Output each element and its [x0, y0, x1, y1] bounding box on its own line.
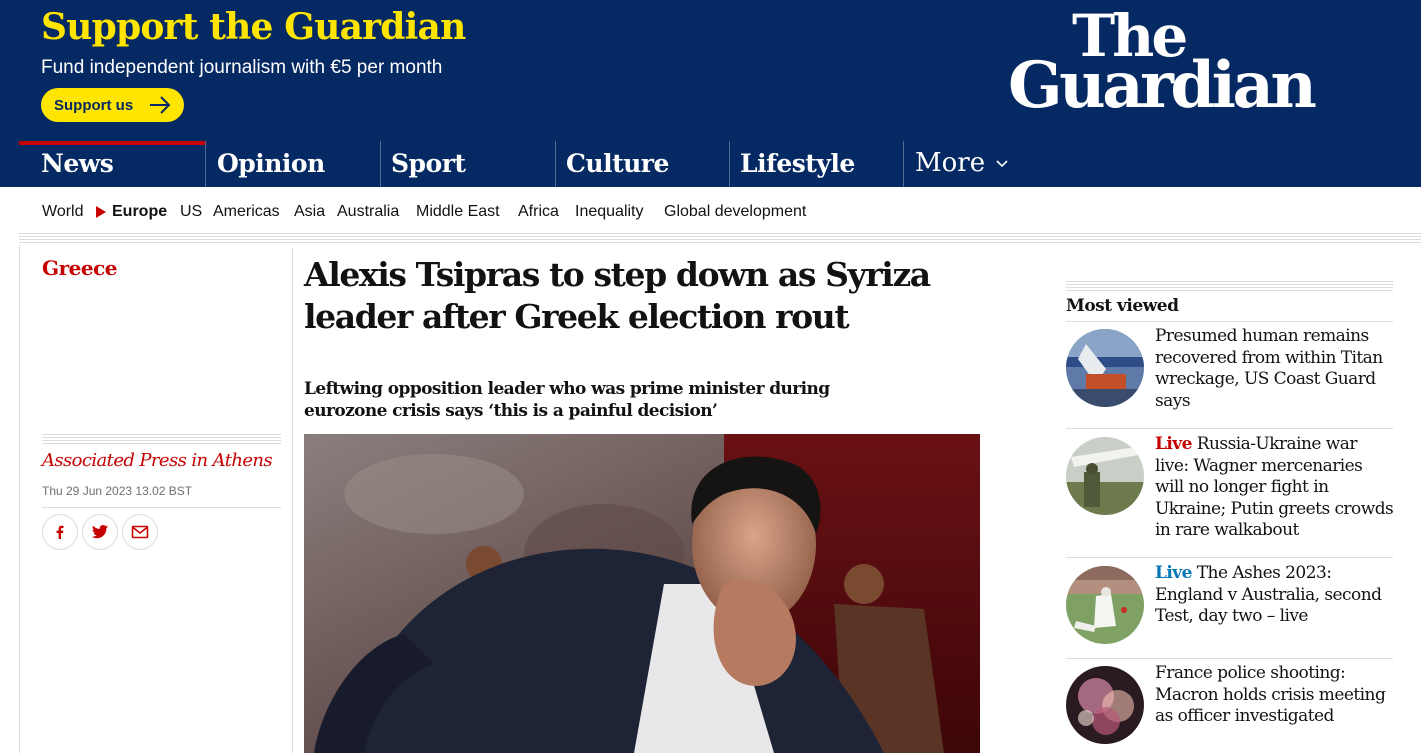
- most-viewed-item[interactable]: France police shooting: Macron holds cri…: [1066, 658, 1393, 753]
- most-viewed-headline: Presumed human remains recovered from wi…: [1155, 326, 1395, 412]
- subnav-inequality[interactable]: Inequality: [575, 203, 644, 221]
- meta-divider: [42, 507, 281, 508]
- arrow-right-icon: [150, 96, 171, 114]
- most-viewed-thumbnail: [1066, 437, 1144, 515]
- live-label: Live: [1155, 563, 1192, 583]
- nav-opinion[interactable]: Opinion: [205, 141, 380, 187]
- email-icon: [131, 525, 149, 539]
- subnav-australia[interactable]: Australia: [337, 203, 399, 221]
- nav-culture[interactable]: Culture: [555, 141, 729, 187]
- item-divider: [1066, 658, 1393, 659]
- chevron-down-icon: [996, 160, 1008, 168]
- site-header: Support the Guardian Fund independent jo…: [0, 0, 1421, 187]
- section-kicker[interactable]: Greece: [42, 256, 117, 280]
- most-viewed-item[interactable]: Presumed human remains recovered from wi…: [1066, 321, 1393, 427]
- article-main-image[interactable]: [304, 434, 980, 753]
- column-divider: [292, 248, 293, 753]
- most-viewed-thumbnail: [1066, 666, 1144, 744]
- item-divider: [1066, 321, 1393, 322]
- share-facebook-button[interactable]: [42, 514, 78, 550]
- tsipras-photo: [304, 434, 980, 753]
- nav-news[interactable]: News: [19, 141, 205, 187]
- subnav-europe[interactable]: Europe: [112, 203, 167, 221]
- facebook-icon: [56, 525, 64, 539]
- nav-more-label: More: [915, 148, 986, 178]
- nav-more-menu[interactable]: More: [903, 141, 1008, 187]
- subnav-africa[interactable]: Africa: [518, 203, 559, 221]
- byline[interactable]: Associated Press in Athens: [42, 450, 273, 471]
- support-us-label: Support us: [54, 96, 134, 114]
- most-viewed-headline: France police shooting: Macron holds cri…: [1155, 663, 1395, 728]
- item-divider: [1066, 557, 1393, 558]
- subnav-global-development[interactable]: Global development: [664, 203, 806, 221]
- guardian-logo[interactable]: The Guardian: [1008, 6, 1338, 123]
- most-viewed-headline: Live Russia-Ukraine war live: Wagner mer…: [1155, 434, 1395, 542]
- headline-text: Presumed human remains recovered from wi…: [1155, 326, 1383, 411]
- article-headline: Alexis Tsipras to step down as Syriza le…: [304, 255, 931, 336]
- most-viewed-thumbnail: [1066, 329, 1144, 407]
- nav-culture-label: Culture: [566, 149, 669, 178]
- most-viewed-title: Most viewed: [1066, 296, 1179, 316]
- nav-opinion-label: Opinion: [217, 149, 325, 178]
- subnav-asia[interactable]: Asia: [294, 203, 325, 221]
- support-title: Support the Guardian: [41, 6, 466, 48]
- nav-lifestyle-label: Lifestyle: [740, 149, 855, 178]
- pillar-nav: News Opinion Sport Culture Lifestyle Mor…: [19, 141, 1421, 187]
- breadcrumb-arrow-icon: [96, 206, 106, 218]
- nav-news-label: News: [41, 149, 114, 178]
- headline-text: France police shooting: Macron holds cri…: [1155, 663, 1386, 726]
- nav-lifestyle[interactable]: Lifestyle: [729, 141, 903, 187]
- support-subtitle: Fund independent journalism with €5 per …: [41, 57, 443, 78]
- item-divider: [1066, 428, 1393, 429]
- section-divider: [19, 236, 1421, 245]
- article-standfirst: Leftwing opposition leader who was prime…: [304, 379, 830, 421]
- nav-sport[interactable]: Sport: [380, 141, 555, 187]
- nav-sport-label: Sport: [391, 149, 466, 178]
- most-viewed-divider: [1066, 281, 1393, 292]
- share-twitter-button[interactable]: [82, 514, 118, 550]
- twitter-icon: [91, 525, 108, 539]
- most-viewed-item[interactable]: Live Russia-Ukraine war live: Wagner mer…: [1066, 428, 1395, 556]
- most-viewed-thumbnail: [1066, 566, 1144, 644]
- subnav-world[interactable]: World: [42, 203, 84, 221]
- logo-line2: Guardian: [1008, 48, 1317, 123]
- sub-navigation: World Europe US Americas Asia Australia …: [19, 187, 1421, 234]
- subnav-americas[interactable]: Americas: [213, 203, 280, 221]
- meta-divider: [42, 434, 281, 445]
- share-email-button[interactable]: [122, 514, 158, 550]
- subnav-us[interactable]: US: [180, 203, 202, 221]
- most-viewed-headline: Live The Ashes 2023: England v Australia…: [1155, 563, 1395, 628]
- live-label: Live: [1155, 434, 1192, 454]
- subnav-middle-east[interactable]: Middle East: [416, 203, 500, 221]
- column-divider: [19, 245, 20, 753]
- support-us-button[interactable]: Support us: [41, 88, 184, 122]
- publish-date[interactable]: Thu 29 Jun 2023 13.02 BST: [42, 484, 192, 498]
- most-viewed-item[interactable]: Live The Ashes 2023: England v Australia…: [1066, 557, 1393, 657]
